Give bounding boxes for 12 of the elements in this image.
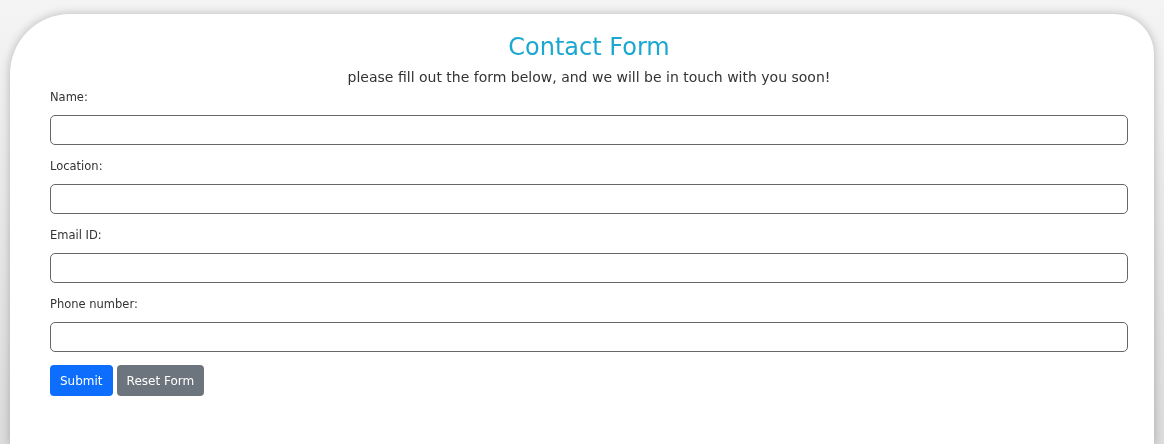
field-label: Email ID: <box>50 228 102 242</box>
input-field[interactable] <box>50 115 1128 145</box>
field-label: Name: <box>50 90 88 104</box>
field-label: Location: <box>50 159 103 173</box>
input-field[interactable] <box>50 322 1128 352</box>
field-label: Phone number: <box>50 297 138 311</box>
input-field[interactable] <box>50 184 1128 214</box>
form-title: Contact Form <box>507 32 671 62</box>
reset-button[interactable]: Reset Form <box>116 365 205 396</box>
input-field[interactable] <box>50 253 1128 283</box>
submit-button[interactable]: Submit <box>50 365 113 396</box>
form-subtitle: please fill out the form below, and we will be in touch with you soon! <box>346 68 832 86</box>
